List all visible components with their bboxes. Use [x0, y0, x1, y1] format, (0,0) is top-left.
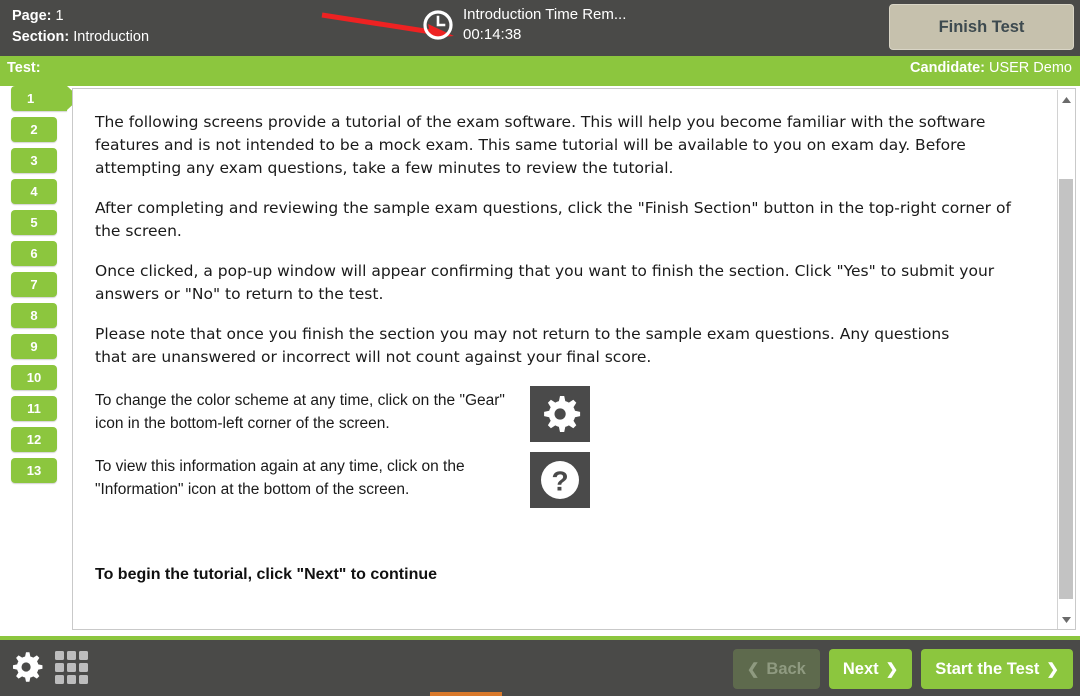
content-scrollbar[interactable] — [1057, 90, 1074, 629]
next-button[interactable]: Next ❯ — [828, 649, 913, 689]
page-label: Page: — [12, 8, 52, 24]
page-button-6[interactable]: 6 — [11, 241, 57, 266]
start-the-test-label: Start the Test — [935, 659, 1040, 678]
page-button-13[interactable]: 13 — [11, 458, 57, 483]
page-button-9[interactable]: 9 — [11, 334, 57, 359]
grid-cell — [79, 674, 88, 684]
grid-cell — [67, 650, 76, 660]
scroll-thumb[interactable] — [1059, 179, 1073, 599]
grid-icon[interactable] — [55, 650, 88, 684]
grid-cell — [67, 674, 76, 684]
start-the-test-button[interactable]: Start the Test ❯ — [921, 649, 1073, 689]
question-mark-icon-tile: ? — [530, 452, 590, 508]
header-meta: Page: 1 Section: Introduction — [12, 6, 149, 48]
page-button-5[interactable]: 5 — [11, 210, 57, 235]
footer-left-tools — [8, 649, 88, 685]
paragraph-scoring-note: Please note that once you finish the sec… — [95, 325, 950, 366]
footer-navigation: ❮ Back Next ❯ Start the Test ❯ — [732, 649, 1073, 689]
chevron-left-icon: ❮ — [746, 660, 760, 678]
grid-cell — [55, 650, 64, 660]
page-button-2[interactable]: 2 — [11, 117, 57, 142]
page-button-4[interactable]: 4 — [11, 179, 57, 204]
grid-cell — [55, 674, 64, 684]
question-mark-icon: ? — [541, 461, 579, 499]
page-button-12[interactable]: 12 — [11, 427, 57, 452]
content-body: The following screens provide a tutorial… — [73, 89, 1058, 629]
section-info: Section: Introduction — [12, 27, 149, 48]
begin-tutorial-line: To begin the tutorial, click "Next" to c… — [95, 566, 438, 583]
timer-label: Introduction Time Rem... — [463, 6, 627, 23]
footer-toolbar: ❮ Back Next ❯ Start the Test ❯ — [0, 636, 1080, 696]
test-label: Test: — [7, 60, 41, 76]
info-instruction-row: To view this information again at any ti… — [95, 452, 1034, 508]
bottom-edge-sliver — [430, 692, 502, 696]
gear-icon-tile — [530, 386, 590, 442]
gear-icon — [544, 396, 581, 432]
candidate-group: Candidate: USER Demo — [910, 60, 1072, 76]
grid-cell — [55, 662, 64, 672]
chevron-right-icon: ❯ — [885, 660, 899, 678]
paragraph-finish-section: After completing and reviewing the sampl… — [95, 199, 1011, 240]
timer-text: Introduction Time Rem... 00:14:38 — [463, 5, 626, 45]
svg-text:?: ? — [551, 466, 568, 497]
page-value: 1 — [55, 8, 64, 24]
grid-cell — [79, 650, 88, 660]
content-panel: The following screens provide a tutorial… — [72, 88, 1076, 630]
timer-value: 00:14:38 — [463, 26, 522, 43]
scroll-up-arrow[interactable] — [1058, 92, 1074, 108]
next-button-label: Next — [842, 659, 879, 678]
candidate-value: USER Demo — [984, 60, 1072, 76]
back-button[interactable]: ❮ Back — [732, 649, 820, 689]
grid-cell — [67, 662, 76, 672]
paragraph-popup: Once clicked, a pop-up window will appea… — [95, 262, 995, 303]
page-info: Page: 1 — [12, 6, 149, 27]
body-area: 1 2 3 4 5 6 7 8 9 10 11 12 13 The follow… — [0, 86, 1080, 636]
test-info-bar: Test: Candidate: USER Demo — [0, 56, 1080, 86]
timer-block: Introduction Time Rem... 00:14:38 — [422, 5, 626, 45]
chevron-right-icon: ❯ — [1046, 660, 1059, 678]
back-button-label: Back — [766, 659, 806, 678]
gear-icon[interactable] — [8, 649, 44, 685]
scroll-down-arrow[interactable] — [1058, 612, 1074, 628]
page-button-7[interactable]: 7 — [11, 272, 57, 297]
finish-test-button[interactable]: Finish Test — [889, 4, 1074, 50]
clock-icon — [423, 10, 453, 40]
gear-instruction-text: To change the color scheme at any time, … — [95, 392, 505, 432]
page-button-1[interactable]: 1 — [11, 86, 80, 111]
section-value: Introduction — [73, 29, 150, 45]
page-button-3[interactable]: 3 — [11, 148, 57, 173]
paragraph-intro: The following screens provide a tutorial… — [95, 113, 986, 177]
candidate-label: Candidate: — [910, 60, 985, 76]
page-button-11[interactable]: 11 — [11, 396, 57, 421]
test-label-group: Test: — [7, 60, 41, 76]
grid-cell — [79, 662, 88, 672]
section-label: Section: — [12, 29, 70, 45]
page-button-8[interactable]: 8 — [11, 303, 57, 328]
info-instruction-text: To view this information again at any ti… — [95, 458, 465, 498]
gear-instruction-row: To change the color scheme at any time, … — [95, 386, 1034, 442]
page-navigation-sidebar: 1 2 3 4 5 6 7 8 9 10 11 12 13 — [0, 86, 80, 636]
page-button-10[interactable]: 10 — [11, 365, 57, 390]
top-header: Page: 1 Section: Introduction Introducti… — [0, 0, 1080, 56]
